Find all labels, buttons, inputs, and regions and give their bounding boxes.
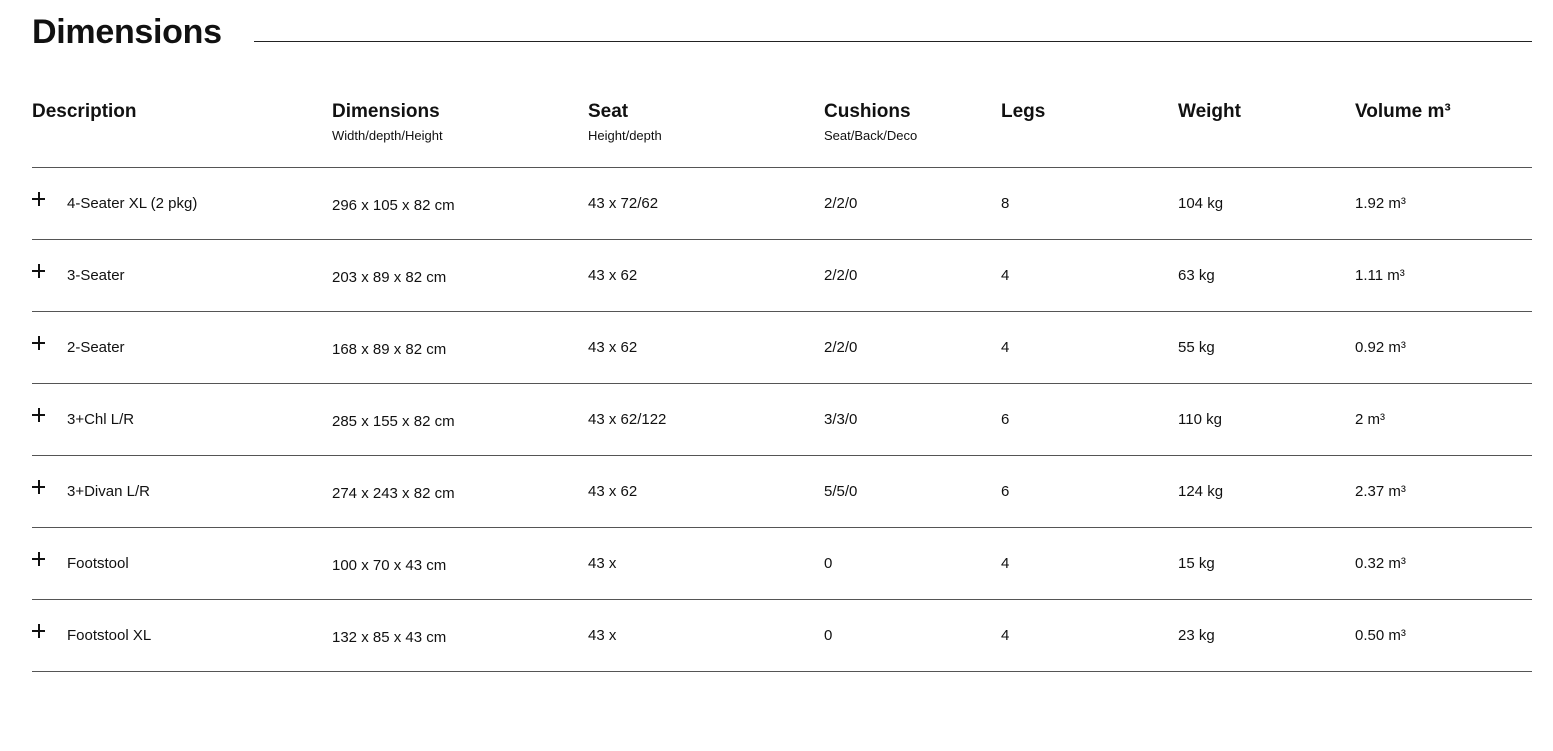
- row-dimensions: 274 x 243 x 82 cm: [332, 485, 455, 502]
- header-sublabel: Seat/Back/Deco: [824, 128, 918, 143]
- row-description[interactable]: Footstool: [67, 554, 129, 574]
- row-description[interactable]: 4-Seater XL (2 pkg): [67, 194, 197, 214]
- header-label: Description: [32, 101, 137, 122]
- row-cushions: 2/2/0: [824, 339, 858, 356]
- row-dimensions: 132 x 85 x 43 cm: [332, 629, 447, 646]
- row-description[interactable]: 3-Seater: [67, 266, 125, 286]
- table-row: 4-Seater XL (2 pkg) 296 x 105 x 82 cm 43…: [32, 168, 1532, 240]
- row-legs: 4: [1001, 627, 1010, 644]
- plus-icon[interactable]: [32, 264, 46, 278]
- table-row: 3+Divan L/R 274 x 243 x 82 cm 43 x 62 5/…: [32, 456, 1532, 528]
- row-weight: 55 kg: [1178, 339, 1215, 356]
- row-seat: 43 x 72/62: [588, 195, 659, 212]
- row-legs: 4: [1001, 555, 1010, 572]
- table-header-row: Description Dimensions Width/depth/Heigh…: [32, 86, 1532, 168]
- row-volume: 2 m³: [1355, 411, 1385, 428]
- dimensions-section: Dimensions Description Dimensions Width/…: [32, 0, 1532, 672]
- row-cushions: 5/5/0: [824, 483, 858, 500]
- row-dimensions: 100 x 70 x 43 cm: [332, 557, 447, 574]
- row-description[interactable]: 3+Chl L/R: [67, 410, 134, 430]
- row-dimensions: 168 x 89 x 82 cm: [332, 341, 447, 358]
- section-header: Dimensions: [32, 0, 1532, 70]
- plus-icon[interactable]: [32, 624, 46, 638]
- row-weight: 104 kg: [1178, 195, 1224, 212]
- row-seat: 43 x: [588, 555, 617, 572]
- header-cushions: Cushions Seat/Back/Deco: [824, 86, 917, 144]
- row-seat: 43 x 62: [588, 267, 638, 284]
- row-legs: 6: [1001, 411, 1010, 428]
- row-volume: 0.32 m³: [1355, 555, 1406, 572]
- row-description[interactable]: 2-Seater: [67, 338, 125, 358]
- row-cushions: 0: [824, 627, 833, 644]
- header-label: Legs: [1001, 101, 1046, 122]
- page-title: Dimensions: [32, 13, 222, 51]
- table-row: 3+Chl L/R 285 x 155 x 82 cm 43 x 62/122 …: [32, 384, 1532, 456]
- header-label: Dimensions: [332, 101, 440, 122]
- title-divider: [254, 41, 1532, 42]
- plus-icon[interactable]: [32, 480, 46, 494]
- row-seat: 43 x: [588, 627, 617, 644]
- header-label: Cushions: [824, 101, 911, 122]
- row-cushions: 3/3/0: [824, 411, 858, 428]
- table-row: Footstool XL 132 x 85 x 43 cm 43 x 0 4 2…: [32, 600, 1532, 672]
- row-legs: 8: [1001, 195, 1010, 212]
- row-seat: 43 x 62/122: [588, 411, 667, 428]
- row-dimensions: 296 x 105 x 82 cm: [332, 197, 455, 214]
- row-dimensions: 285 x 155 x 82 cm: [332, 413, 455, 430]
- row-volume: 1.92 m³: [1355, 195, 1406, 212]
- row-volume: 1.11 m³: [1355, 267, 1405, 284]
- row-weight: 15 kg: [1178, 555, 1215, 572]
- row-weight: 124 kg: [1178, 483, 1224, 500]
- header-seat: Seat Height/depth: [588, 86, 662, 144]
- header-description: Description: [32, 86, 137, 124]
- header-sublabel: Width/depth/Height: [332, 128, 443, 143]
- row-weight: 63 kg: [1178, 267, 1215, 284]
- table-row: 2-Seater 168 x 89 x 82 cm 43 x 62 2/2/0 …: [32, 312, 1532, 384]
- plus-icon[interactable]: [32, 408, 46, 422]
- row-cushions: 0: [824, 555, 833, 572]
- table-row: Footstool 100 x 70 x 43 cm 43 x 0 4 15 k…: [32, 528, 1532, 600]
- row-description[interactable]: Footstool XL: [67, 626, 151, 646]
- header-legs: Legs: [1001, 86, 1045, 124]
- header-label: Volume m³: [1355, 101, 1451, 122]
- row-legs: 4: [1001, 267, 1010, 284]
- row-weight: 110 kg: [1178, 411, 1222, 428]
- row-cushions: 2/2/0: [824, 195, 858, 212]
- row-weight: 23 kg: [1178, 627, 1215, 644]
- row-volume: 2.37 m³: [1355, 483, 1406, 500]
- table-row: 3-Seater 203 x 89 x 82 cm 43 x 62 2/2/0 …: [32, 240, 1532, 312]
- row-cushions: 2/2/0: [824, 267, 858, 284]
- row-legs: 6: [1001, 483, 1010, 500]
- row-seat: 43 x 62: [588, 339, 638, 356]
- header-weight: Weight: [1178, 86, 1241, 124]
- row-volume: 0.50 m³: [1355, 627, 1406, 644]
- header-label: Seat: [588, 101, 629, 122]
- dimensions-table: Description Dimensions Width/depth/Heigh…: [32, 86, 1532, 672]
- header-dimensions: Dimensions Width/depth/Height: [332, 86, 443, 144]
- row-description[interactable]: 3+Divan L/R: [67, 482, 150, 502]
- plus-icon[interactable]: [32, 552, 46, 566]
- row-dimensions: 203 x 89 x 82 cm: [332, 269, 447, 286]
- plus-icon[interactable]: [32, 192, 46, 206]
- row-seat: 43 x 62: [588, 483, 638, 500]
- header-sublabel: Height/depth: [588, 128, 662, 143]
- row-volume: 0.92 m³: [1355, 339, 1406, 356]
- row-legs: 4: [1001, 339, 1010, 356]
- plus-icon[interactable]: [32, 336, 46, 350]
- header-label: Weight: [1178, 101, 1241, 122]
- header-volume: Volume m³: [1355, 86, 1451, 124]
